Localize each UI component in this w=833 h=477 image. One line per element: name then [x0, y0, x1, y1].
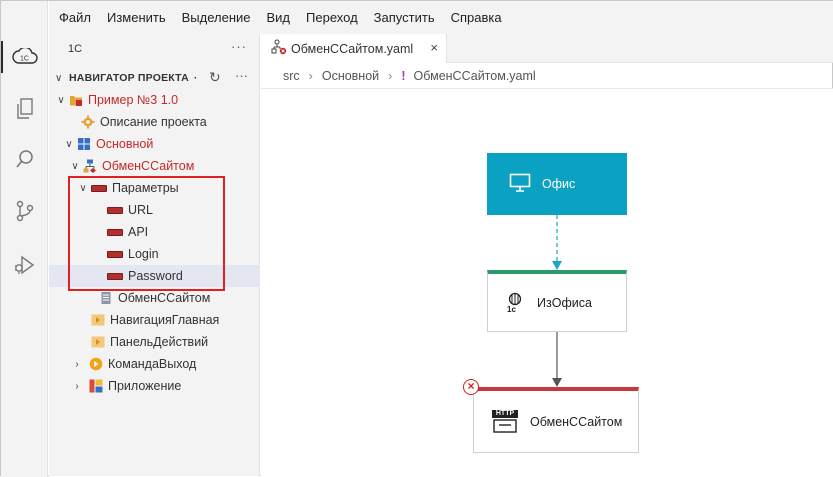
chevron-right-icon: ›	[308, 68, 313, 83]
tab-exchange-yaml[interactable]: ОбменССайтом.yaml ×	[261, 34, 447, 63]
activity-bar: 1С	[1, 1, 48, 477]
subsystem-icon	[77, 137, 91, 151]
tab-label: ОбменССайтом.yaml	[291, 41, 414, 56]
breadcrumb: src › Основной › ! ОбменССайтом.yaml	[261, 63, 833, 89]
close-icon[interactable]: ×	[430, 40, 438, 55]
tree-item-project[interactable]: ∨ Пример №3 1.0	[49, 89, 260, 111]
1c-queue-icon: 1с	[506, 291, 528, 315]
1c-logo-icon[interactable]: 1С	[1, 37, 48, 77]
document-icon	[99, 291, 113, 305]
tree-item-description[interactable]: Описание проекта	[49, 111, 260, 133]
tree-item-label: Описание проекта	[100, 115, 207, 129]
project-navigator-label: НАВИГАТОР ПРОЕКТА	[69, 72, 189, 84]
menu-edit[interactable]: Изменить	[107, 10, 166, 25]
tree-item-label: ОбменССайтом	[102, 159, 195, 173]
tree-item-label: Основной	[96, 137, 154, 151]
app-window: 1С Файл Изменить Выделение Вид Переход З…	[0, 0, 833, 477]
menu-run[interactable]: Запустить	[374, 10, 435, 25]
menu-help[interactable]: Справка	[451, 10, 502, 25]
diagram-canvas: Офис 1с ИзОфиса HTTP ОбменССайтом ×	[261, 89, 833, 476]
node-office-label: Офис	[542, 177, 576, 191]
arrow-head-icon	[552, 378, 562, 387]
chevron-right-icon: ›	[75, 380, 79, 392]
tree-item-exit-command[interactable]: › КомандаВыход	[49, 353, 260, 375]
sidebar-title: 1С	[68, 43, 83, 55]
form-icon	[91, 313, 105, 327]
svg-text:1С: 1С	[20, 56, 29, 63]
source-control-icon[interactable]	[1, 191, 48, 231]
node-exchange-label: ОбменССайтом	[530, 414, 623, 429]
warning-bang-icon: !	[401, 68, 406, 83]
breadcrumb-src[interactable]: src	[283, 69, 300, 83]
node-exchange[interactable]: HTTP ОбменССайтом	[473, 387, 639, 453]
section-more-icon[interactable]: ···	[235, 68, 248, 83]
chevron-down-icon: ∨	[55, 72, 63, 84]
menu-view[interactable]: Вид	[267, 10, 291, 25]
chevron-down-icon: ∨	[57, 94, 65, 106]
tree-item-exchange[interactable]: ∨ ОбменССайтом	[49, 155, 260, 177]
project-navigator-header[interactable]: ∨ НАВИГАТОР ПРОЕКТА · ↻ ···	[49, 67, 260, 89]
run-debug-icon[interactable]	[1, 245, 48, 285]
http-service-icon: HTTP	[492, 409, 518, 434]
breadcrumb-subsystem[interactable]: Основной	[322, 69, 379, 83]
refresh-icon[interactable]: ↻	[209, 69, 221, 86]
editor-tabs: ОбменССайтом.yaml ×	[261, 34, 833, 63]
chevron-right-icon: ›	[75, 358, 79, 370]
tree-item-application[interactable]: › Приложение	[49, 375, 260, 397]
node-from-office-label: ИзОфиса	[537, 295, 592, 310]
section-bullet: ·	[193, 72, 198, 84]
tree-item-label: Пример №3 1.0	[88, 93, 179, 107]
chevron-down-icon: ∨	[71, 160, 79, 172]
tree-item-label: НавигацияГлавная	[110, 313, 220, 327]
diagram-file-icon	[271, 39, 287, 58]
menu-selection[interactable]: Выделение	[182, 10, 251, 25]
gear-icon	[81, 115, 95, 129]
tree-item-label: ОбменССайтом	[118, 291, 211, 305]
exchange-tree-icon	[83, 159, 97, 173]
breadcrumb-file[interactable]: ОбменССайтом.yaml	[414, 69, 536, 83]
node-office[interactable]: Офис	[487, 153, 627, 215]
chevron-down-icon: ∨	[65, 138, 73, 150]
monitor-icon	[509, 173, 531, 196]
node-from-office-badge: 1с	[507, 304, 516, 314]
project-folder-icon	[69, 93, 83, 107]
search-icon[interactable]	[1, 139, 48, 179]
error-icon[interactable]: ×	[463, 379, 479, 395]
tree-item-subsystem[interactable]: ∨ Основной	[49, 133, 260, 155]
tree-item-label: КомандаВыход	[108, 357, 197, 371]
node-from-office[interactable]: 1с ИзОфиса	[487, 270, 627, 332]
explorer-files-icon[interactable]	[1, 89, 48, 129]
chevron-right-icon: ›	[388, 68, 393, 83]
menu-file[interactable]: Файл	[59, 10, 91, 25]
menu-go[interactable]: Переход	[306, 10, 358, 25]
tree-item-action-panel[interactable]: ПанельДействий	[49, 331, 260, 353]
arrow-head-icon	[552, 261, 562, 270]
application-icon	[89, 379, 103, 393]
tree-item-label: ПанельДействий	[110, 335, 209, 349]
form-icon	[91, 335, 105, 349]
tree-item-nav-main[interactable]: НавигацияГлавная	[49, 309, 260, 331]
sidebar: 1С ··· ∨ НАВИГАТОР ПРОЕКТА · ↻ ··· ∨ При…	[49, 34, 260, 476]
command-icon	[89, 357, 103, 371]
parameters-highlight-box	[68, 176, 225, 291]
menu-bar: Файл Изменить Выделение Вид Переход Запу…	[49, 1, 833, 34]
sidebar-more-icon[interactable]: ···	[231, 39, 247, 54]
tree-item-label: Приложение	[108, 379, 182, 393]
